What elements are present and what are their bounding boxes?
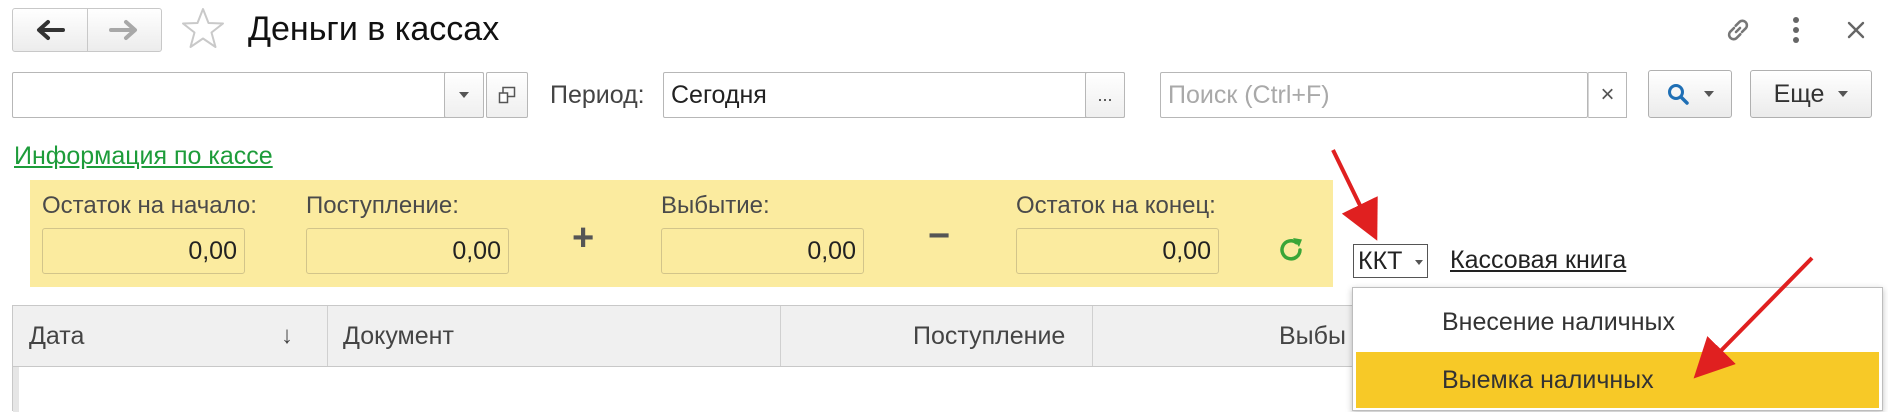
- refresh-icon: [1280, 238, 1302, 261]
- sort-desc-icon: ↓: [281, 322, 293, 349]
- favorite-button[interactable]: [180, 6, 226, 52]
- period-value: Сегодня: [671, 81, 767, 109]
- link-button[interactable]: [1718, 10, 1758, 50]
- more-vertical-icon: [1793, 17, 1799, 43]
- table-row-marker: [13, 367, 19, 412]
- close-icon: [1847, 21, 1865, 39]
- star-icon: [182, 8, 224, 48]
- search-clear-button[interactable]: ×: [1588, 72, 1627, 118]
- period-field[interactable]: Сегодня: [663, 72, 1125, 118]
- cashbox-select[interactable]: [12, 72, 484, 118]
- income-value: 0,00: [306, 228, 509, 274]
- outflow-label: Выбытие:: [661, 192, 770, 219]
- kkt-button[interactable]: ККТ: [1353, 244, 1428, 278]
- column-header-income[interactable]: Поступление: [913, 306, 1065, 366]
- start-balance-value: 0,00: [42, 228, 245, 274]
- cashbox-info-link[interactable]: Информация по кассе: [14, 142, 273, 171]
- chevron-down-icon: [459, 92, 469, 98]
- navigation-buttons: [12, 8, 162, 52]
- outflow-value: 0,00: [661, 228, 864, 274]
- menu-item-cash-deposit[interactable]: Внесение наличных: [1356, 294, 1879, 350]
- plus-sign: +: [572, 217, 595, 259]
- more-button[interactable]: Еще: [1750, 70, 1872, 118]
- annotation-arrow-kkt: [1331, 149, 1378, 241]
- chevron-down-icon: [1704, 91, 1714, 97]
- arrow-left-icon: [36, 20, 65, 40]
- back-button[interactable]: [13, 9, 87, 51]
- cash-book-link[interactable]: Кассовая книга: [1450, 246, 1626, 275]
- page-title: Деньги в кассах: [248, 10, 500, 48]
- end-balance-label: Остаток на конец:: [1016, 192, 1216, 219]
- column-header-document[interactable]: Документ: [343, 306, 454, 366]
- column-header-date[interactable]: Дата: [29, 306, 84, 366]
- income-label: Поступление:: [306, 192, 459, 219]
- search-icon: [1668, 84, 1689, 105]
- search-options-button[interactable]: [1648, 70, 1732, 118]
- more-button-label: Еще: [1773, 79, 1825, 108]
- start-balance-label: Остаток на начало:: [42, 192, 257, 219]
- forward-button[interactable]: [86, 9, 162, 51]
- minus-sign: −: [928, 215, 951, 257]
- cashbox-dropdown-button[interactable]: [444, 72, 484, 118]
- kkt-dropdown-menu: Внесение наличных Выемка наличных: [1352, 287, 1883, 411]
- period-select-button[interactable]: ...: [1085, 72, 1125, 118]
- search-input[interactable]: Поиск (Ctrl+F): [1160, 72, 1588, 118]
- period-label: Период:: [550, 81, 645, 109]
- arrow-right-icon: [109, 20, 138, 40]
- search-placeholder: Поиск (Ctrl+F): [1168, 81, 1330, 109]
- kkt-button-label: ККТ: [1358, 247, 1403, 275]
- menu-item-cash-withdrawal[interactable]: Выемка наличных: [1356, 352, 1879, 408]
- end-balance-value: 0,00: [1016, 228, 1219, 274]
- column-header-outflow[interactable]: Выбы: [1279, 306, 1346, 366]
- link-icon: [1727, 19, 1749, 41]
- cashbox-open-button[interactable]: [486, 72, 528, 118]
- chevron-down-icon: [1838, 91, 1849, 97]
- open-window-icon: [498, 86, 516, 104]
- more-menu-button[interactable]: [1776, 10, 1816, 50]
- refresh-button[interactable]: [1276, 235, 1306, 265]
- close-button[interactable]: [1836, 10, 1876, 50]
- table-header: Дата ↓ Документ Поступление Выбы: [13, 306, 1357, 367]
- documents-table: Дата ↓ Документ Поступление Выбы: [12, 305, 1358, 412]
- chevron-down-icon: [1415, 259, 1424, 265]
